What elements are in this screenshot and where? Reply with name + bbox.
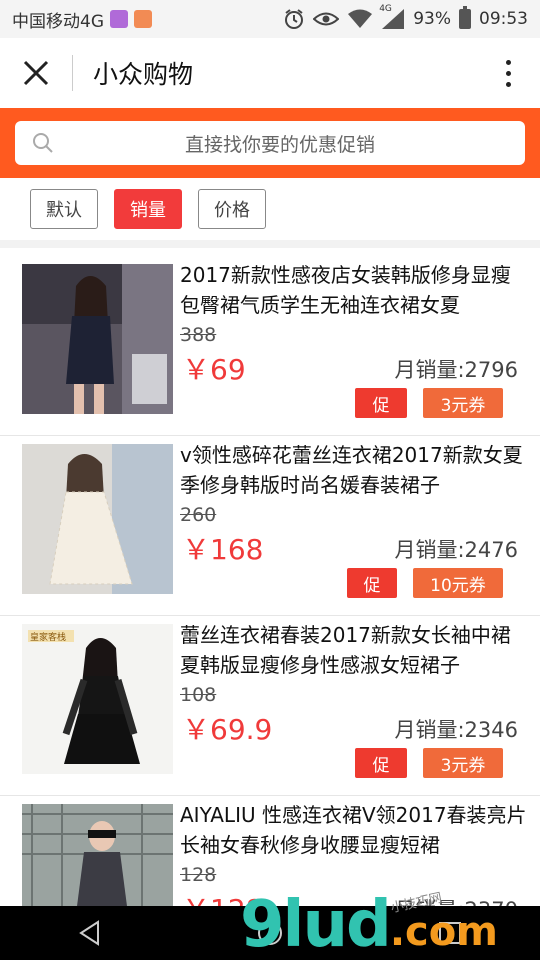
promo-badge[interactable]: 促 bbox=[355, 388, 407, 418]
sort-bar: 默认 销量 价格 bbox=[0, 178, 540, 248]
original-price: 260 bbox=[180, 504, 217, 526]
app-notification-orange-icon bbox=[134, 10, 152, 28]
battery-icon bbox=[459, 6, 471, 29]
appbar-divider bbox=[72, 55, 73, 91]
price: ￥69.9 bbox=[182, 713, 273, 746]
sort-tab-price[interactable]: 价格 bbox=[198, 189, 266, 229]
monthly-sales: 月销量:2796 bbox=[394, 358, 518, 382]
product-image[interactable] bbox=[22, 444, 173, 594]
promo-badge[interactable]: 促 bbox=[355, 748, 407, 778]
search-placeholder: 直接找你要的优惠促销 bbox=[184, 133, 375, 156]
search-band: 直接找你要的优惠促销 bbox=[0, 108, 540, 178]
alarm-icon bbox=[285, 9, 304, 29]
more-vertical-icon[interactable] bbox=[476, 38, 540, 108]
recents-icon bbox=[439, 922, 461, 944]
network-badge: 4G bbox=[379, 4, 392, 14]
product-list: 2017新款性感夜店女装韩版修身显瘦包臀裙气质学生无袖连衣裙女夏 388 ￥69… bbox=[0, 256, 540, 960]
app-notification-purple-icon bbox=[110, 10, 128, 28]
back-icon bbox=[79, 920, 99, 946]
status-bar: 中国移动4G 4G 93% 09:53 bbox=[0, 0, 540, 38]
product-image[interactable] bbox=[22, 264, 173, 414]
original-price: 128 bbox=[180, 864, 217, 886]
eye-icon bbox=[313, 12, 340, 26]
product-item[interactable]: 皇家客栈 蕾丝连衣裙春装2017新款女长袖中裙夏韩版显瘦修身性感淑女短裙子 10… bbox=[0, 616, 540, 796]
search-input[interactable]: 直接找你要的优惠促销 bbox=[15, 121, 525, 165]
thumb-brand-label: 皇家客栈 bbox=[30, 631, 66, 643]
search-icon bbox=[33, 133, 53, 153]
carrier-label: 中国移动4G bbox=[12, 11, 104, 32]
close-icon bbox=[23, 60, 49, 86]
clock: 09:53 bbox=[479, 9, 528, 29]
home-icon bbox=[258, 921, 282, 945]
coupon-badge[interactable]: 10元券 bbox=[413, 568, 503, 598]
product-image[interactable]: 皇家客栈 bbox=[22, 624, 173, 774]
sort-tab-default[interactable]: 默认 bbox=[30, 189, 98, 229]
battery-percent: 93% bbox=[413, 9, 451, 29]
close-button[interactable] bbox=[0, 38, 72, 108]
price: ￥168 bbox=[182, 533, 264, 566]
wifi-icon bbox=[348, 9, 373, 28]
recents-button[interactable] bbox=[420, 906, 480, 960]
product-item[interactable]: 2017新款性感夜店女装韩版修身显瘦包臀裙气质学生无袖连衣裙女夏 388 ￥69… bbox=[0, 256, 540, 436]
price: ￥69 bbox=[182, 353, 246, 386]
product-title[interactable]: 蕾丝连衣裙春装2017新款女长袖中裙夏韩版显瘦修身性感淑女短裙子 bbox=[180, 620, 530, 680]
home-button[interactable] bbox=[240, 906, 300, 960]
product-title[interactable]: AIYALIU 性感连衣裙V领2017春装亮片长袖女春秋修身收腰显瘦短裙 bbox=[180, 800, 530, 860]
monthly-sales: 月销量:2346 bbox=[394, 718, 518, 742]
app-bar: 小众购物 bbox=[0, 38, 540, 108]
monthly-sales: 月销量:2476 bbox=[394, 538, 518, 562]
sort-tab-sales[interactable]: 销量 bbox=[114, 189, 182, 229]
coupon-badge[interactable]: 3元券 bbox=[423, 748, 503, 778]
product-item[interactable]: v领性感碎花蕾丝连衣裙2017新款女夏季修身韩版时尚名媛春装裙子 260 ￥16… bbox=[0, 436, 540, 616]
system-nav-bar bbox=[0, 906, 540, 960]
product-title[interactable]: 2017新款性感夜店女装韩版修身显瘦包臀裙气质学生无袖连衣裙女夏 bbox=[180, 260, 530, 320]
coupon-badge[interactable]: 3元券 bbox=[423, 388, 503, 418]
product-title[interactable]: v领性感碎花蕾丝连衣裙2017新款女夏季修身韩版时尚名媛春装裙子 bbox=[180, 440, 530, 500]
back-button[interactable] bbox=[60, 906, 120, 960]
page-title: 小众购物 bbox=[93, 60, 194, 89]
original-price: 388 bbox=[180, 324, 217, 346]
promo-badge[interactable]: 促 bbox=[347, 568, 397, 598]
original-price: 108 bbox=[180, 684, 217, 706]
